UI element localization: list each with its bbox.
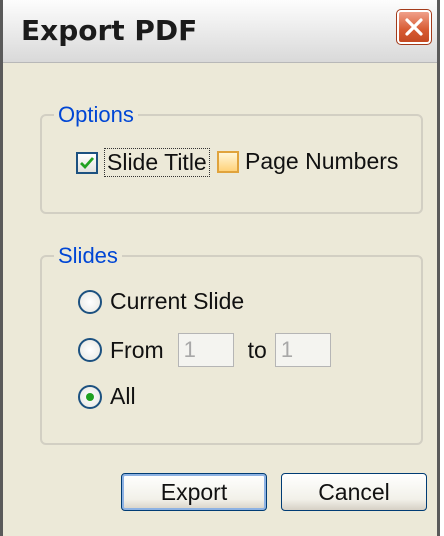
options-legend: Options xyxy=(58,102,134,127)
from-input[interactable] xyxy=(177,333,234,367)
page-numbers-label: Page Numbers xyxy=(245,148,399,174)
page-numbers-checkbox[interactable] xyxy=(217,150,239,173)
cancel-button[interactable]: Cancel xyxy=(281,473,427,511)
slide-title-checkbox[interactable] xyxy=(76,151,98,174)
export-pdf-dialog: Export PDF Options Slide Title Page Numb… xyxy=(0,0,440,536)
export-button[interactable]: Export xyxy=(121,473,267,511)
checkmark-icon xyxy=(80,156,95,169)
page-numbers-checkbox-row[interactable]: Page Numbers xyxy=(217,148,398,175)
export-button-label: Export xyxy=(160,478,228,505)
from-radio-row[interactable]: From to xyxy=(78,333,345,367)
all-radio-row[interactable]: All xyxy=(78,383,136,410)
current-slide-label: Current Slide xyxy=(110,288,245,314)
slide-title-checkbox-row[interactable]: Slide Title xyxy=(76,148,210,177)
to-label: to xyxy=(247,336,267,363)
dialog-title: Export PDF xyxy=(21,14,198,47)
from-label: From xyxy=(110,336,164,363)
from-radio[interactable] xyxy=(78,338,102,362)
all-radio[interactable] xyxy=(78,384,102,409)
all-label: All xyxy=(110,383,136,409)
slide-title-label: Slide Title xyxy=(104,148,210,177)
close-button[interactable] xyxy=(396,9,432,45)
title-bar[interactable]: Export PDF xyxy=(3,0,437,63)
close-icon xyxy=(405,18,423,36)
cancel-button-label: Cancel xyxy=(318,478,390,505)
slides-legend: Slides xyxy=(58,243,118,268)
current-slide-radio[interactable] xyxy=(78,289,102,314)
to-input[interactable] xyxy=(274,333,331,367)
current-slide-radio-row[interactable]: Current Slide xyxy=(78,288,244,315)
